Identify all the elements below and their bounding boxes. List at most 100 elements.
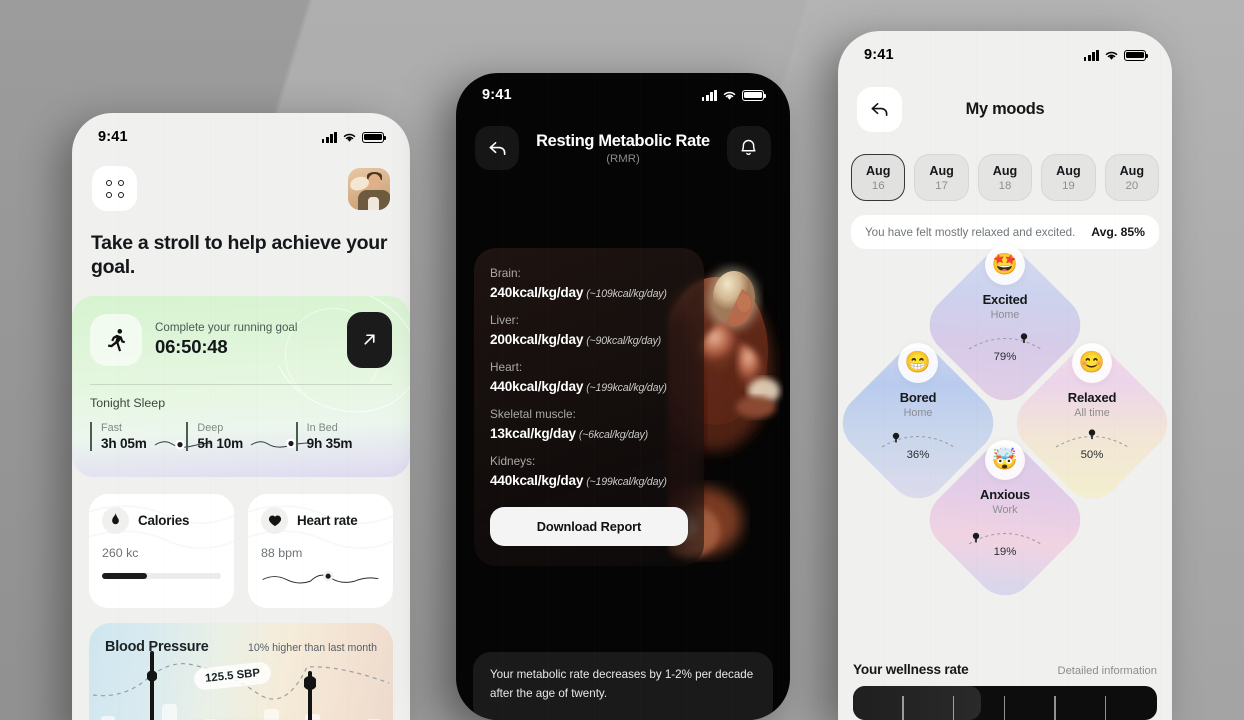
blood-pressure-note: 10% higher than last month [248, 641, 377, 654]
mood-summary-text: You have felt mostly relaxed and excited… [865, 225, 1076, 239]
status-bar: 9:41 [456, 73, 790, 103]
date-chip-aug-18[interactable]: Aug 18 [977, 154, 1033, 201]
divider [90, 383, 392, 385]
mood-place: Home [903, 407, 933, 419]
heart-rate-sparkline [262, 570, 379, 584]
organ-row: Kidneys: 440kcal/kg/day (~199kcal/kg/day) [490, 454, 688, 488]
battery-icon [742, 89, 767, 101]
blood-pressure-card[interactable]: Blood Pressure 10% higher than last mont… [89, 622, 393, 720]
running-goal-card[interactable]: Complete your running goal 06:50:48 Toni… [72, 295, 410, 477]
sleep-label: Deep [197, 421, 224, 434]
avatar[interactable] [348, 167, 390, 210]
heart-rate-value: 88 bpm [261, 545, 303, 560]
organ-stats-card: Brain: 240kcal/kg/day (~109kcal/kg/day) L… [474, 248, 704, 566]
arrow-up-right-icon[interactable] [347, 311, 392, 368]
metabolic-note: Your metabolic rate decreases by 1-2% pe… [473, 652, 773, 720]
organ-name: Liver: [490, 313, 519, 327]
organ-name: Skeletal muscle: [490, 407, 576, 421]
date-chip-aug-17[interactable]: Aug 17 [914, 154, 969, 201]
wellness-ticks [853, 686, 1157, 720]
battery-icon [1124, 49, 1149, 61]
battery-icon [362, 131, 387, 143]
organ-alt-value: (~90kcal/kg/day) [586, 335, 662, 347]
organ-alt-value: (~6kcal/kg/day) [578, 429, 648, 441]
date-chip-aug-19[interactable]: Aug 19 [1041, 154, 1096, 201]
grid-dots-icon[interactable] [92, 166, 137, 211]
anxious-emoji-icon: 🤯 [985, 440, 1025, 480]
heart-icon [261, 506, 288, 534]
organ-row: Liver: 200kcal/kg/day (~90kcal/kg/day) [490, 313, 688, 347]
bell-icon[interactable] [726, 126, 771, 170]
calories-value: 260 kc [102, 545, 139, 560]
mood-card-anxious[interactable]: 🤯 Anxious Work 19% [917, 432, 1093, 608]
wifi-icon [723, 91, 736, 100]
mood-arc-gauge [881, 432, 955, 448]
phone-screen-metabolic: 9:41 Resting Metabolic Rate (RMR) Brain:… [456, 73, 790, 720]
sleep-section-label: Tonight Sleep [90, 395, 166, 410]
chip-month: Aug [1056, 164, 1081, 178]
wifi-icon [343, 133, 356, 142]
calories-progress [102, 572, 221, 579]
mood-percent: 19% [993, 546, 1017, 558]
organ-alt-value: (~109kcal/kg/day) [586, 288, 667, 300]
mood-arc-gauge [1055, 429, 1129, 448]
organ-name: Heart: [490, 360, 523, 374]
chip-day: 20 [1125, 180, 1139, 192]
calories-title: Calories [138, 512, 190, 528]
sleep-label: Fast [101, 421, 122, 434]
organ-name: Brain: [490, 266, 521, 280]
sleep-label: In Bed [306, 421, 338, 434]
goal-subtitle: Complete your running goal [155, 321, 298, 335]
sleep-stat-inbed: In Bed 9h 35m [295, 421, 392, 451]
organ-value: 13kcal/kg/day [490, 426, 576, 441]
phone-screen-moods: 9:41 My moods Aug 16 Aug 17 Aug 18 Aug 1… [838, 31, 1172, 720]
organ-value: 240kcal/kg/day [490, 285, 584, 300]
date-chip-aug-20[interactable]: Aug 20 [1104, 154, 1160, 201]
chip-day: 16 [871, 180, 885, 192]
mood-name: Bored [899, 390, 937, 405]
back-arrow-icon[interactable] [475, 126, 519, 170]
download-report-button[interactable]: Download Report [490, 507, 688, 546]
mood-arc-gauge [968, 333, 1042, 350]
mood-place: Work [992, 504, 1018, 516]
running-icon [90, 313, 142, 366]
mood-average-badge: Avg. 85% [1091, 225, 1145, 239]
relaxed-emoji-icon: 😊 [1072, 343, 1112, 383]
wellness-section: Your wellness rate Detailed information [838, 662, 1172, 720]
bp-marker-1 [146, 650, 158, 720]
wifi-icon [1105, 51, 1118, 60]
organ-row: Heart: 440kcal/kg/day (~199kcal/kg/day) [490, 360, 688, 394]
organ-value: 440kcal/kg/day [490, 473, 584, 488]
mood-name: Anxious [980, 487, 1030, 502]
organ-row: Skeletal muscle: 13kcal/kg/day (~6kcal/kg… [490, 407, 688, 441]
bored-emoji-icon: 😁 [898, 343, 938, 383]
date-chip-list: Aug 16 Aug 17 Aug 18 Aug 19 Aug 20 [838, 132, 1172, 201]
organ-alt-value: (~199kcal/kg/day) [586, 382, 667, 394]
heart-rate-card[interactable]: Heart rate 88 bpm [248, 493, 393, 608]
phone-screen-activity: 9:41 Take a stroll to help achieve your … [72, 113, 410, 720]
status-time: 9:41 [482, 87, 512, 103]
signal-icon [701, 89, 717, 101]
mood-name: Excited [982, 292, 1028, 307]
chip-day: 17 [935, 180, 948, 192]
chip-month: Aug [929, 164, 954, 178]
chip-month: Aug [1119, 164, 1145, 178]
chip-day: 19 [1062, 180, 1075, 192]
organ-value: 440kcal/kg/day [490, 379, 584, 394]
page-subtitle: (RMR) [606, 152, 640, 165]
status-bar: 9:41 [72, 113, 410, 145]
calories-card[interactable]: Calories 260 kc [89, 493, 234, 608]
organ-value: 200kcal/kg/day [490, 332, 584, 347]
signal-icon [1083, 49, 1099, 61]
sleep-value: 9h 35m [306, 435, 353, 451]
mood-diamond-cluster: 🤩 Excited Home 79% 😁 Bored Home 36% 😊 Re… [838, 237, 1172, 609]
chip-month: Aug [865, 164, 891, 178]
mood-arc-gauge [968, 532, 1042, 545]
date-chip-aug-16[interactable]: Aug 16 [851, 154, 906, 201]
detailed-information-link[interactable]: Detailed information [1058, 665, 1158, 677]
flame-icon [102, 506, 129, 534]
back-arrow-icon[interactable] [857, 87, 902, 132]
mood-percent: 79% [993, 351, 1017, 363]
status-time: 9:41 [864, 47, 894, 63]
wellness-rate-bar[interactable] [853, 686, 1157, 720]
